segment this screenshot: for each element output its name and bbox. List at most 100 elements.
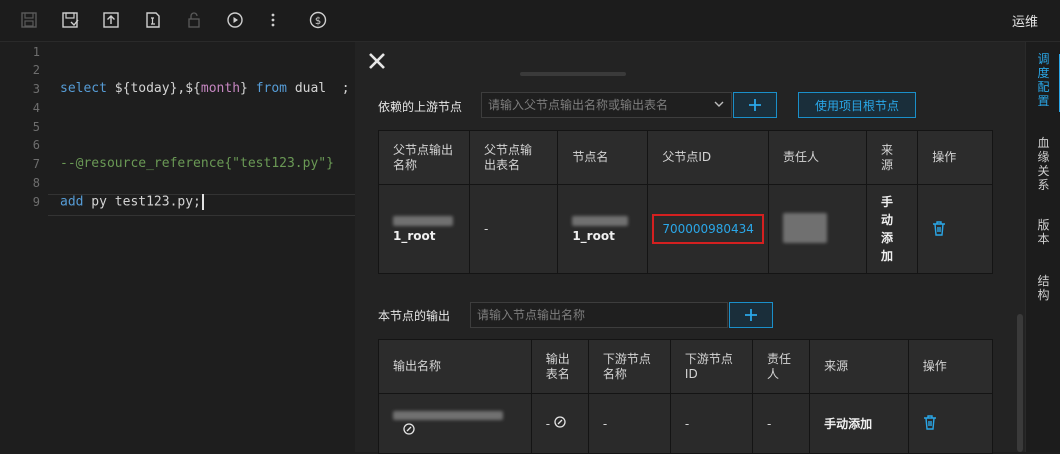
table-header-row: 父节点输出名称 父节点输出表名 节点名 父节点ID 责任人 来源 操作: [378, 130, 993, 185]
column-header: 父节点输出名称: [393, 142, 454, 172]
output-name-cell: 1_root: [378, 184, 470, 274]
delete-icon[interactable]: [923, 415, 937, 433]
table-row: 1_root - 1_root 700000980434 手动添加: [378, 184, 993, 274]
owner-cell: -: [751, 393, 811, 454]
line-number: 6: [32, 138, 40, 152]
lock-icon[interactable]: [184, 10, 204, 30]
tab-structure[interactable]: 结构: [1026, 274, 1060, 302]
save-as-icon[interactable]: [60, 10, 80, 30]
node-name-cell: 1_root: [557, 184, 649, 274]
code-line-7[interactable]: --@resource_reference{"test123.py"}: [60, 156, 334, 171]
upstream-search-input[interactable]: 请输入父节点输出名称或输出表名: [481, 92, 732, 118]
line-number: 4: [32, 101, 40, 115]
table-row: - - - - 手动添加: [378, 393, 994, 454]
code-text: dual ;: [287, 81, 350, 96]
column-header: 来源: [809, 339, 909, 394]
tab-label: 血缘关系: [1037, 136, 1050, 192]
table-header-row: 输出名称 输出表名 下游节点名称 下游节点ID 责任人 来源 操作: [378, 339, 994, 394]
more-icon[interactable]: [263, 10, 283, 30]
line-number: 5: [32, 120, 40, 134]
line-number: 9: [32, 195, 40, 209]
column-header: 父节点输出表名: [484, 142, 533, 172]
text-caret: [201, 194, 204, 210]
run-icon[interactable]: [225, 10, 245, 30]
chevron-down-icon[interactable]: [714, 93, 724, 117]
line-number: 3: [32, 82, 40, 96]
add-output-button[interactable]: [729, 302, 773, 328]
tab-lineage[interactable]: 血缘关系: [1026, 136, 1060, 192]
close-icon[interactable]: [367, 51, 387, 71]
format-icon[interactable]: [143, 10, 163, 30]
line-number: 7: [32, 157, 40, 171]
source-text: 手动添加: [881, 195, 894, 263]
line-number: 1: [32, 45, 40, 59]
downstream-name-cell: -: [587, 393, 671, 454]
upload-icon[interactable]: [101, 10, 121, 30]
node-name: 1_root: [572, 229, 615, 243]
line-number: 8: [32, 176, 40, 190]
use-project-root-button[interactable]: 使用项目根节点: [798, 92, 916, 118]
column-header: 父节点ID: [647, 130, 769, 185]
sql-keyword: from: [255, 81, 287, 96]
column-header: 责任人: [767, 130, 868, 185]
column-header: 节点名: [557, 130, 649, 185]
output-table: 输出名称 输出表名 下游节点名称 下游节点ID 责任人 来源 操作 - - - …: [378, 339, 994, 454]
sql-keyword: add: [60, 194, 84, 210]
column-header: 操作: [907, 339, 994, 394]
tab-label: 版本: [1037, 218, 1050, 246]
upstream-label: 依赖的上游节点: [378, 100, 463, 114]
svg-text:$: $: [315, 16, 321, 27]
code-text: py test123.py;: [83, 194, 201, 210]
plus-icon: [745, 309, 757, 321]
ops-link[interactable]: 运维: [1012, 11, 1038, 30]
output-name: 1_root: [393, 229, 436, 243]
line-gutter: 1 2 3 4 5 6 7 8 9: [0, 42, 48, 452]
redacted-text: [393, 411, 503, 420]
output-name-cell: [378, 393, 532, 454]
table-name-cell: -: [468, 184, 559, 274]
owner-cell: [767, 184, 868, 274]
code-text: ${today},${: [106, 81, 201, 96]
table-name-text: -: [545, 417, 551, 431]
code-line-9[interactable]: add py test123.py;: [60, 194, 204, 210]
column-header: 下游节点ID: [684, 351, 733, 381]
parent-id-link[interactable]: 700000980434: [652, 214, 764, 244]
line-number: 2: [32, 63, 40, 77]
panel-scrollbar[interactable]: [1017, 314, 1023, 452]
parent-id-cell: 700000980434: [647, 184, 769, 274]
output-name-input[interactable]: 请输入节点输出名称: [470, 302, 728, 328]
cost-icon[interactable]: $: [308, 10, 328, 30]
action-cell: [917, 184, 993, 274]
tab-schedule-config[interactable]: 调度配置: [1026, 52, 1060, 108]
column-header: 来源: [881, 142, 894, 172]
right-tab-bar: 调度配置 血缘关系 版本 结构: [1025, 42, 1060, 452]
upstream-placeholder: 请输入父节点输出名称或输出表名: [488, 98, 669, 112]
drag-handle[interactable]: [520, 72, 626, 76]
sql-keyword: select: [60, 81, 107, 96]
column-header: 输出名称: [378, 339, 532, 394]
code-line-3[interactable]: select ${today},${month} from dual ;: [60, 81, 350, 96]
code-text: }: [240, 81, 256, 96]
redacted-owner: [782, 212, 827, 243]
column-header: 责任人: [766, 351, 791, 381]
downstream-id-cell: -: [669, 393, 753, 454]
source-text: 手动添加: [824, 417, 873, 431]
column-header: 操作: [917, 130, 993, 185]
delete-icon[interactable]: [932, 220, 946, 239]
tab-label: 结构: [1037, 274, 1050, 302]
column-header: 下游节点名称: [602, 351, 651, 381]
source-cell: 手动添加: [866, 184, 919, 274]
edit-icon[interactable]: [403, 423, 415, 438]
table-name-cell: -: [530, 393, 589, 454]
variable-name: month: [200, 81, 241, 96]
save-icon[interactable]: [19, 10, 39, 30]
redacted-text: [572, 216, 629, 226]
tab-version[interactable]: 版本: [1026, 218, 1060, 246]
schedule-config-panel: 依赖的上游节点 请输入父节点输出名称或输出表名 使用项目根节点 父节点输出名称 …: [355, 42, 1025, 454]
redacted-text: [393, 216, 453, 226]
action-cell: [907, 393, 994, 454]
edit-icon[interactable]: [554, 416, 566, 431]
output-label: 本节点的输出: [378, 309, 451, 323]
add-upstream-button[interactable]: [733, 92, 777, 118]
code-editor[interactable]: 1 2 3 4 5 6 7 8 9 select ${today},${mont…: [0, 42, 355, 452]
